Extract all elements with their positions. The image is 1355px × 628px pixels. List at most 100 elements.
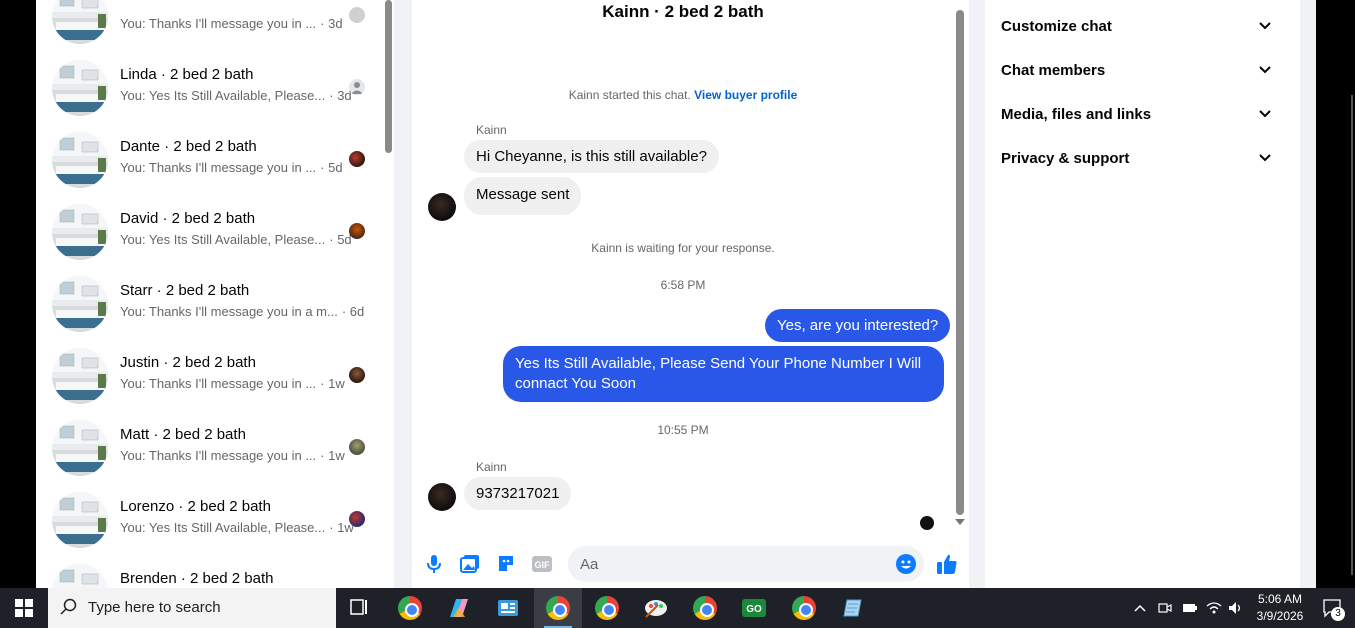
incoming-message[interactable]: Message sent	[464, 177, 582, 215]
media-files-links-section[interactable]: Media, files and links	[1001, 106, 1271, 130]
thumbs-up-icon[interactable]	[935, 552, 959, 576]
seen-indicator-avatar	[920, 516, 934, 530]
notepad-icon	[843, 599, 862, 617]
conversation-row[interactable]: Linda · 2 bed 2 bath You: Yes Its Still A…	[36, 56, 382, 128]
buyer-avatar[interactable]	[428, 483, 456, 511]
listing-thumbnail	[52, 60, 108, 116]
conversation-row[interactable]: Justin · 2 bed 2 bath You: Thanks I'll me…	[36, 344, 382, 416]
participant-avatar	[349, 511, 365, 527]
incoming-message[interactable]: 9373217021	[464, 477, 572, 510]
privacy-support-section[interactable]: Privacy & support	[1001, 150, 1271, 174]
wifi-icon	[1206, 602, 1222, 614]
microphone-icon[interactable]	[423, 552, 445, 576]
conversation-snippet: You: Thanks I'll message you in ... · 3d	[120, 16, 343, 31]
participant-avatar	[349, 151, 365, 167]
outgoing-message[interactable]: Yes Its Still Available, Please Send You…	[503, 346, 944, 402]
chrome-icon	[398, 596, 422, 620]
emoji-icon[interactable]	[896, 554, 916, 574]
start-button[interactable]	[0, 588, 48, 628]
conversation-snippet: You: Thanks I'll message you in ... · 1w	[120, 376, 345, 391]
paint-app[interactable]	[632, 588, 680, 628]
search-placeholder: Type here to search	[88, 599, 221, 616]
outgoing-message[interactable]: Yes, are you interested?	[765, 309, 951, 342]
chat-scrollbar[interactable]	[953, 0, 969, 540]
svg-text:GIF: GIF	[535, 560, 551, 570]
conversation-snippet: You: Thanks I'll message you in ... · 1w	[120, 448, 345, 463]
battery-icon	[1183, 604, 1197, 612]
message-input-container[interactable]	[568, 546, 924, 582]
scrollbar-thumb[interactable]	[956, 10, 964, 515]
chat-title[interactable]: Kainn · 2 bed 2 bath	[412, 2, 954, 22]
message-input[interactable]	[580, 546, 880, 582]
section-label: Media, files and links	[1001, 106, 1152, 123]
listing-thumbnail	[52, 204, 108, 260]
go-app[interactable]: GO	[730, 588, 778, 628]
buyer-avatar[interactable]	[428, 193, 456, 221]
gif-icon[interactable]: GIF	[531, 552, 553, 576]
customize-chat-section[interactable]: Customize chat	[1001, 18, 1271, 42]
snippet-text: You: Yes Its Still Available, Please...	[120, 232, 326, 247]
task-view-button[interactable]	[336, 588, 384, 628]
snippet-text: You: Thanks I'll message you in ...	[120, 16, 317, 31]
notepad-app[interactable]	[829, 588, 877, 628]
listing-thumbnail	[52, 564, 108, 588]
conversation-row[interactable]: Lorenzo · 2 bed 2 bath You: Yes Its Still…	[36, 488, 382, 560]
snippet-time: · 5d	[329, 232, 352, 247]
incoming-message[interactable]: Hi Cheyanne, is this still available?	[464, 140, 719, 173]
conversation-row[interactable]: Starr · 2 bed 2 bath You: Thanks I'll mes…	[36, 272, 382, 344]
show-hidden-icons-button[interactable]	[1130, 588, 1150, 628]
participant-avatar	[349, 79, 365, 95]
chat-started-line: Kainn started this chat. View buyer prof…	[412, 88, 954, 102]
participant-avatar	[349, 223, 365, 239]
panel-gap	[1300, 0, 1316, 588]
chrome-active-app[interactable]	[534, 588, 582, 628]
notification-center-button[interactable]: 3	[1322, 598, 1345, 623]
taskbar-search-box[interactable]: Type here to search	[48, 588, 336, 628]
view-buyer-profile-link[interactable]: View buyer profile	[694, 88, 797, 102]
volume-button[interactable]	[1226, 588, 1246, 628]
svg-text:GO: GO	[746, 604, 762, 615]
chevron-up-icon	[1134, 604, 1146, 612]
listing-thumbnail	[52, 348, 108, 404]
right-border	[1316, 0, 1355, 588]
photo-attach-icon[interactable]	[459, 552, 481, 576]
conversation-row[interactable]: David · 2 bed 2 bath You: Yes Its Still A…	[36, 200, 382, 272]
window-edge	[1351, 95, 1353, 575]
battery-button[interactable]	[1180, 588, 1200, 628]
chrome-profile-app-2[interactable]	[681, 588, 729, 628]
paint-palette-icon	[645, 600, 667, 618]
conversation-row[interactable]: Dante · 2 bed 2 bath You: Thanks I'll mes…	[36, 128, 382, 200]
section-label: Customize chat	[1001, 18, 1112, 35]
chrome-profile-app-3[interactable]	[780, 588, 828, 628]
conversation-row[interactable]: Brenden · 2 bed 2 bathYou: Yes Its Still…	[36, 560, 382, 588]
snippet-text: You: Thanks I'll message you in ...	[120, 160, 317, 175]
waiting-text: Kainn is waiting for your response.	[591, 241, 775, 255]
chrome-app[interactable]	[583, 588, 631, 628]
conversation-name: Lorenzo · 2 bed 2 bath	[120, 498, 271, 515]
chevron-down-icon	[1259, 110, 1271, 118]
scrollbar-thumb[interactable]	[385, 0, 392, 153]
conversation-name: Brenden · 2 bed 2 bath	[120, 570, 274, 587]
windows-logo-icon	[15, 599, 33, 617]
sticker-icon[interactable]	[495, 552, 517, 576]
taskbar-clock[interactable]: 5:06 AM 3/9/2026	[1252, 591, 1308, 625]
message-timestamp: 10:55 PM	[657, 423, 709, 437]
participant-avatar	[349, 367, 365, 383]
snippet-time: · 5d	[320, 160, 343, 175]
snippet-text: You: Yes Its Still Available, Please...	[120, 520, 326, 535]
copilot-app[interactable]	[435, 588, 483, 628]
windows-taskbar: Type here to search GO 5:06 AM 3/9/2026	[0, 588, 1355, 628]
section-label: Chat members	[1001, 62, 1106, 79]
chrome-profile-app[interactable]	[386, 588, 434, 628]
snippet-time: · 1w	[320, 376, 345, 391]
news-app[interactable]	[484, 588, 532, 628]
conversation-row[interactable]: Matt · 2 bed 2 bath You: Thanks I'll mess…	[36, 416, 382, 488]
conversation-row[interactable]: You: Thanks I'll message you in ... · 3d	[36, 0, 382, 56]
chat-members-section[interactable]: Chat members	[1001, 62, 1271, 86]
scroll-down-arrow-icon[interactable]	[955, 519, 965, 525]
network-button[interactable]	[1204, 588, 1224, 628]
chevron-down-icon	[1259, 66, 1271, 74]
chat-started-text: Kainn started this chat.	[568, 88, 691, 102]
meet-now-button[interactable]	[1155, 588, 1175, 628]
news-icon	[498, 600, 518, 616]
